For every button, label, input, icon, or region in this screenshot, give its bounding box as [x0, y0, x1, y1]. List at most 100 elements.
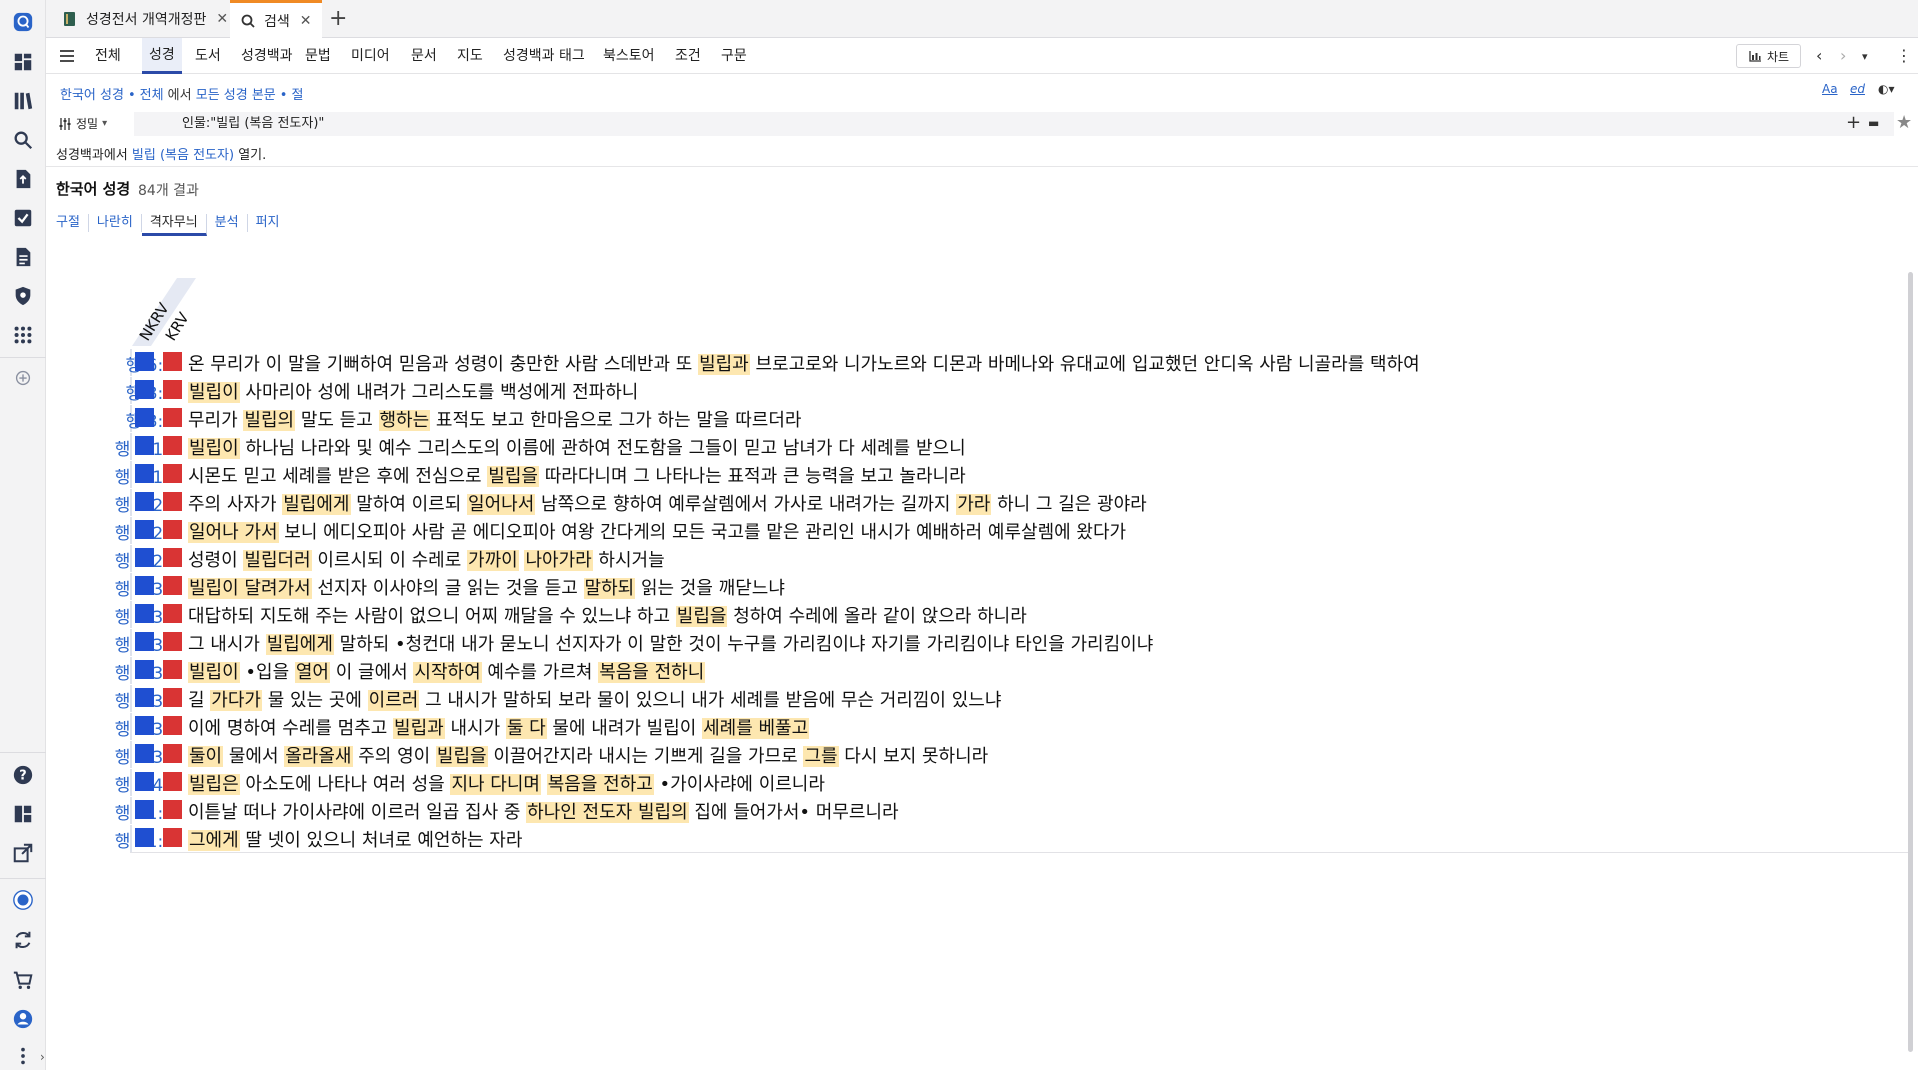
forward-arrow-icon[interactable]: › — [1840, 46, 1846, 65]
nkrv-match-cell[interactable] — [135, 716, 154, 735]
nkrv-match-cell[interactable] — [135, 492, 154, 511]
table-row[interactable]: 행 8:38 이에 명하여 수레를 멈추고 빌립과 내시가 둘 다 물에 내려가 … — [46, 713, 1908, 741]
nav-bible[interactable]: 성경 — [142, 38, 182, 74]
column-header-krv[interactable]: KRV — [162, 274, 211, 344]
nav-syntax[interactable]: 구문 — [714, 38, 754, 74]
nav-clause[interactable]: 조건 — [668, 38, 708, 74]
nkrv-match-cell[interactable] — [135, 828, 154, 847]
display-mode-icon[interactable]: ◐▾ — [1878, 82, 1895, 96]
table-row[interactable]: 행 8:30 빌립이 달려가서 선지자 이사야의 글 읽는 것을 듣고 말하되 읽… — [46, 573, 1908, 601]
library-icon[interactable] — [9, 87, 37, 115]
nav-grammar[interactable]: 문법 — [298, 38, 338, 74]
nav-documents[interactable]: 문서 — [404, 38, 444, 74]
more-options-icon[interactable]: ⋮ — [1896, 46, 1912, 65]
layout-icon[interactable] — [9, 800, 37, 828]
tab-bible[interactable]: 성경전서 개역개정판 ✕ — [52, 0, 238, 38]
table-row[interactable]: 행 8:12 빌립이 하나님 나라와 및 예수 그리스도의 이름에 관하여 전도함… — [46, 433, 1908, 461]
add-tab-button[interactable]: + — [329, 6, 347, 31]
cart-icon[interactable] — [9, 966, 37, 994]
expand-rail-icon[interactable]: › — [40, 1050, 45, 1064]
krv-match-cell[interactable] — [163, 380, 182, 399]
table-row[interactable]: 행 6:5 온 무리가 이 말을 기뻐하여 믿음과 성령이 충만한 사람 스데반과… — [46, 349, 1908, 377]
nav-books[interactable]: 도서 — [188, 38, 228, 74]
menu-icon[interactable] — [58, 47, 76, 65]
nkrv-match-cell[interactable] — [135, 660, 154, 679]
nkrv-match-cell[interactable] — [135, 408, 154, 427]
nav-maps[interactable]: 지도 — [450, 38, 490, 74]
table-row[interactable]: 행 21:8 이튿날 떠나 가이사랴에 이르러 일곱 집사 중 하나인 전도자 빌… — [46, 797, 1908, 825]
factbook-link[interactable]: 빌립 (복음 전도자) — [132, 148, 234, 163]
crumb-all[interactable]: 전체 — [140, 88, 164, 103]
view-tab-analysis[interactable]: 분석 — [207, 214, 248, 232]
table-row[interactable]: 행 8:40 빌립은 아소도에 나타나 여러 성을 지나 다니며 복음을 전하고 … — [46, 769, 1908, 797]
edit-toggle[interactable]: ed — [1850, 82, 1865, 96]
sync-badge-icon[interactable] — [9, 886, 37, 914]
table-row[interactable]: 행 8:34 그 내시가 빌립에게 말하되 •청컨대 내가 묻노니 선지자가 이 … — [46, 629, 1908, 657]
view-tab-parallel[interactable]: 나란히 — [89, 214, 142, 232]
nkrv-match-cell[interactable] — [135, 352, 154, 371]
krv-match-cell[interactable] — [163, 828, 182, 847]
close-icon[interactable]: ✕ — [216, 11, 228, 27]
back-arrow-icon[interactable]: ‹ — [1816, 46, 1822, 65]
upload-doc-icon[interactable] — [9, 165, 37, 193]
nkrv-match-cell[interactable] — [135, 464, 154, 483]
dashboard-icon[interactable] — [9, 48, 37, 76]
nkrv-match-cell[interactable] — [135, 632, 154, 651]
table-row[interactable]: 행 8:5 빌립이 사마리아 성에 내려가 그리스도를 백성에게 전파하니 — [46, 377, 1908, 405]
krv-match-cell[interactable] — [163, 576, 182, 595]
help-icon[interactable]: ? — [9, 761, 37, 789]
nkrv-match-cell[interactable] — [135, 548, 154, 567]
vertical-scrollbar[interactable] — [1908, 272, 1913, 1052]
table-row[interactable]: 행 8:6 무리가 빌립의 말도 듣고 행하는 표적도 보고 한마음으로 그가 하… — [46, 405, 1908, 433]
crumb-korean-bible[interactable]: 한국어 성경 — [60, 88, 124, 103]
krv-match-cell[interactable] — [163, 716, 182, 735]
refresh-icon[interactable] — [9, 926, 37, 954]
krv-match-cell[interactable] — [163, 436, 182, 455]
krv-match-cell[interactable] — [163, 772, 182, 791]
nkrv-match-cell[interactable] — [135, 604, 154, 623]
krv-match-cell[interactable] — [163, 744, 182, 763]
krv-match-cell[interactable] — [163, 688, 182, 707]
crumb-verse[interactable]: 절 — [291, 88, 303, 103]
krv-match-cell[interactable] — [163, 492, 182, 511]
table-row[interactable]: 행 8:27 일어나 가서 보니 에디오피아 사람 곧 에디오피아 여왕 간다게의… — [46, 517, 1908, 545]
krv-match-cell[interactable] — [163, 800, 182, 819]
shield-icon[interactable] — [9, 282, 37, 310]
add-circle-icon[interactable] — [9, 364, 37, 392]
table-row[interactable]: 행 21:9 그에게 딸 넷이 있으니 처녀로 예언하는 자라 — [46, 825, 1908, 853]
more-vertical-icon[interactable] — [9, 1042, 37, 1070]
font-size-toggle[interactable]: Aa — [1822, 82, 1838, 96]
view-tab-grid[interactable]: 격자무늬 — [141, 214, 207, 236]
close-icon[interactable]: ✕ — [300, 13, 312, 29]
tab-search[interactable]: 검색 ✕ — [230, 0, 322, 38]
table-row[interactable]: 행 8:36 길 가다가 물 있는 곳에 이르러 그 내시가 말하되 보라 물이 … — [46, 685, 1908, 713]
krv-match-cell[interactable] — [163, 408, 182, 427]
table-row[interactable]: 행 8:29 성령이 빌립더러 이르시되 이 수레로 가까이 나아가라 하시거늘 — [46, 545, 1908, 573]
nav-factbook-tags[interactable]: 성경백과 태그 — [496, 38, 592, 74]
table-row[interactable]: 행 8:35 빌립이 •입을 열어 이 글에서 시작하여 예수를 가르쳐 복음을 … — [46, 657, 1908, 685]
app-logo-icon[interactable] — [9, 8, 37, 36]
nkrv-match-cell[interactable] — [135, 772, 154, 791]
account-icon[interactable] — [9, 1005, 37, 1033]
keyboard-icon[interactable]: ▬ — [1868, 116, 1879, 130]
krv-match-cell[interactable] — [163, 632, 182, 651]
nkrv-match-cell[interactable] — [135, 800, 154, 819]
table-row[interactable]: 행 8:13 시몬도 믿고 세례를 받은 후에 전심으로 빌립을 따라다니며 그 … — [46, 461, 1908, 489]
krv-match-cell[interactable] — [163, 520, 182, 539]
nkrv-match-cell[interactable] — [135, 688, 154, 707]
nkrv-match-cell[interactable] — [135, 576, 154, 595]
nav-bookstore[interactable]: 북스토어 — [596, 38, 662, 74]
nkrv-match-cell[interactable] — [135, 744, 154, 763]
krv-match-cell[interactable] — [163, 352, 182, 371]
nav-media[interactable]: 미디어 — [344, 38, 397, 74]
nkrv-match-cell[interactable] — [135, 380, 154, 399]
table-row[interactable]: 행 8:39 둘이 물에서 올라올새 주의 영이 빌립을 이끌어간지라 내시는 기… — [46, 741, 1908, 769]
krv-match-cell[interactable] — [163, 604, 182, 623]
table-row[interactable]: 행 8:26 주의 사자가 빌립에게 말하여 이르되 일어나서 남쪽으로 향하여 … — [46, 489, 1908, 517]
nav-factbook[interactable]: 성경백과 — [234, 38, 300, 74]
view-tab-verses[interactable]: 구절 — [56, 214, 89, 232]
search-icon[interactable] — [9, 126, 37, 154]
search-input[interactable]: 인물:"빌립 (복음 전도자)" — [134, 112, 1894, 136]
krv-match-cell[interactable] — [163, 660, 182, 679]
krv-match-cell[interactable] — [163, 548, 182, 567]
